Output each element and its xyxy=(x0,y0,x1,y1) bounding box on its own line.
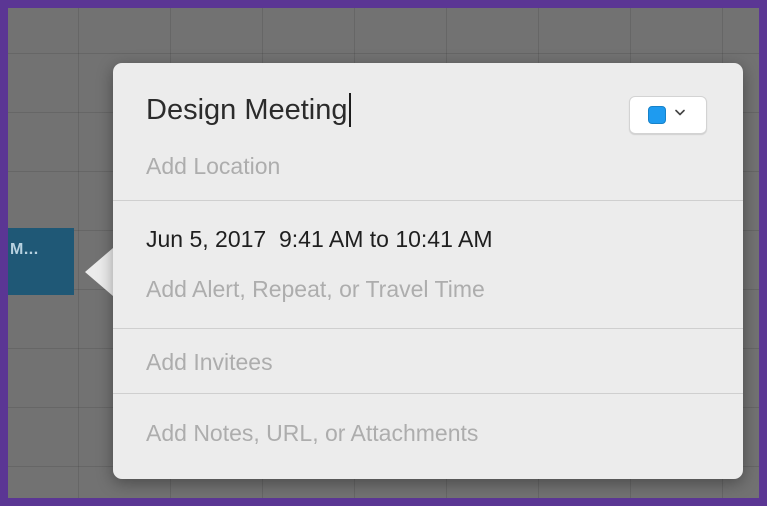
add-notes-field[interactable]: Add Notes, URL, or Attachments xyxy=(146,420,478,447)
event-title-field[interactable]: Design Meeting xyxy=(146,93,351,127)
popover-arrow xyxy=(85,248,113,296)
color-swatch xyxy=(648,106,666,124)
add-location-field[interactable]: Add Location xyxy=(146,153,280,180)
text-cursor xyxy=(348,93,351,127)
event-block-label: M... xyxy=(10,241,39,258)
chevron-down-icon xyxy=(675,109,685,118)
divider xyxy=(113,200,743,201)
event-datetime[interactable]: Jun 5, 2017 9:41 AM to 10:41 AM xyxy=(146,226,493,253)
divider xyxy=(113,328,743,329)
event-popover: Design Meeting Add Location Jun 5, 2017 … xyxy=(113,63,743,479)
divider xyxy=(113,393,743,394)
calendar-view: M... Design Meeting Add Location Jun 5, … xyxy=(8,8,759,498)
calendar-color-picker[interactable] xyxy=(629,96,707,134)
event-title: Design Meeting xyxy=(146,93,348,126)
add-alert-repeat-field[interactable]: Add Alert, Repeat, or Travel Time xyxy=(146,276,485,303)
calendar-event-block[interactable]: M... xyxy=(8,228,74,295)
add-invitees-field[interactable]: Add Invitees xyxy=(146,349,273,376)
